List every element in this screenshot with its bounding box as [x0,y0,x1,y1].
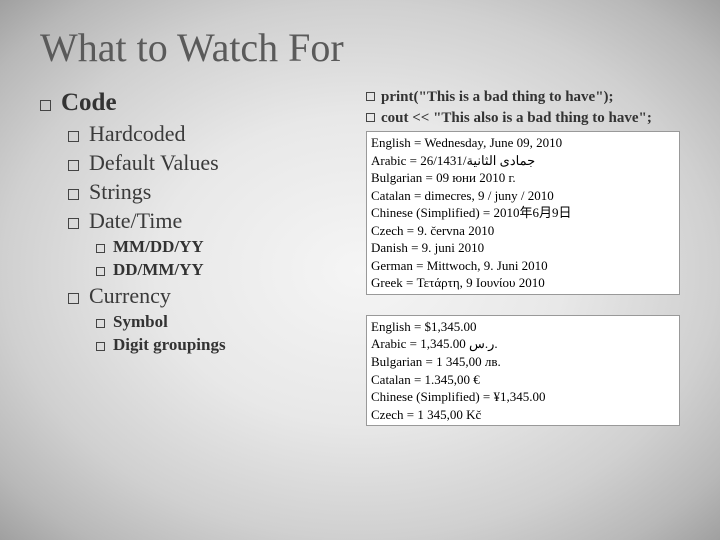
bullet-label: Code [61,89,117,116]
locale-line: Chinese (Simplified) = 2010年6月9日 [371,204,675,222]
locale-line: Greek = Τετάρτη, 9 Ιουνίου 2010 [371,274,675,292]
bullet-strings: Strings [68,179,360,205]
square-bullet-icon [366,113,375,122]
square-bullet-icon [68,218,79,229]
bullet-ddmmyy: DD/MM/YY [96,260,360,280]
locale-line: Bulgarian = 1 345,00 лв. [371,353,675,371]
locale-line: Arabic = 26/1431/جمادى الثانية [371,152,675,170]
locale-line: Danish = 9. juni 2010 [371,239,675,257]
bullet-label: Symbol [113,312,168,331]
bullet-label: DD/MM/YY [113,260,204,279]
bullet-label: Hardcoded [89,121,186,146]
bullet-code: Code [40,89,360,117]
square-bullet-icon [68,293,79,304]
date-locale-example-block: English = Wednesday, June 09, 2010 Arabi… [366,131,680,295]
code-text: cout << "This also is a bad thing to hav… [381,110,652,126]
square-bullet-icon [96,342,105,351]
square-bullet-icon [96,319,105,328]
bullet-date-time: Date/Time [68,208,360,234]
bullet-hardcoded: Hardcoded [68,121,360,147]
bullet-label: Currency [89,283,171,308]
slide-title: What to Watch For [40,24,680,71]
bullet-mmddyy: MM/DD/YY [96,237,360,257]
bullet-digit-groupings: Digit groupings [96,335,360,355]
bullet-default-values: Default Values [68,150,360,176]
square-bullet-icon [68,160,79,171]
square-bullet-icon [68,189,79,200]
locale-line: Catalan = 1.345,00 € [371,371,675,389]
locale-line: Bulgarian = 09 юни 2010 г. [371,169,675,187]
code-text: print("This is a bad thing to have"); [381,89,614,105]
square-bullet-icon [96,244,105,253]
bullet-label: Date/Time [89,208,182,233]
bullet-label: Strings [89,179,151,204]
locale-line: Czech = 9. června 2010 [371,222,675,240]
square-bullet-icon [96,267,105,276]
locale-line: Chinese (Simplified) = ¥1,345.00 [371,388,675,406]
locale-line: Catalan = dimecres, 9 / juny / 2010 [371,187,675,205]
currency-locale-example-block: English = $1,345.00 Arabic = 1,345.00 ر.… [366,315,680,426]
locale-line: German = Mittwoch, 9. Juni 2010 [371,257,675,275]
bullet-label: MM/DD/YY [113,237,204,256]
square-bullet-icon [366,92,375,101]
locale-line: English = $1,345.00 [371,318,675,336]
left-column: Code Hardcoded Default Values Strings Da… [40,89,360,426]
square-bullet-icon [68,131,79,142]
bullet-cout-example: cout << "This also is a bad thing to hav… [366,110,680,127]
bullet-currency: Currency [68,283,360,309]
square-bullet-icon [40,100,51,111]
bullet-label: Default Values [89,150,219,175]
bullet-label: Digit groupings [113,335,226,354]
bullet-symbol: Symbol [96,312,360,332]
locale-line: Arabic = 1,345.00 ر.س. [371,335,675,353]
locale-line: Czech = 1 345,00 Kč [371,406,675,424]
locale-line: English = Wednesday, June 09, 2010 [371,134,675,152]
right-column: print("This is a bad thing to have"); co… [360,89,680,426]
bullet-print-example: print("This is a bad thing to have"); [366,89,680,106]
